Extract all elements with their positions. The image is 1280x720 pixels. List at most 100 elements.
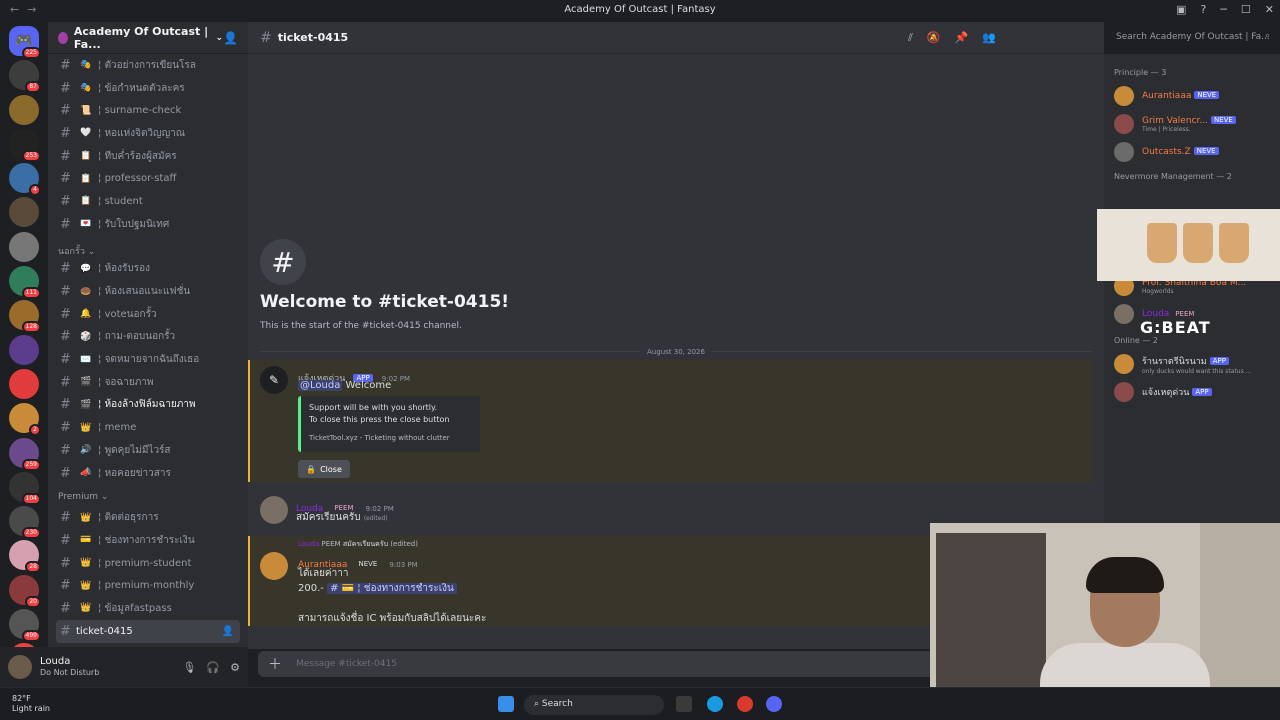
message-bot-welcome[interactable]: ✎ แจ้งเหตุด่วน APP 9:02 PM @Louda Welcom… <box>248 360 1093 482</box>
invite-icon[interactable]: 👤 <box>223 31 238 45</box>
minimize-icon[interactable]: ─ <box>1220 3 1227 16</box>
mention-badge: 28 <box>25 561 41 574</box>
channel-item[interactable]: # 📋 ¦ ทีบค่ำร้องผู้สมัคร <box>48 145 248 168</box>
direct-messages-icon[interactable]: 🎮 225 <box>9 26 41 59</box>
search-input[interactable]: Search Academy Of Outcast | Fa... ⌕ <box>1110 29 1274 47</box>
channel-item[interactable]: # 📜 ¦ surname-check <box>48 99 248 122</box>
channel-item[interactable]: # 📋 ¦ professor-staff <box>48 167 248 190</box>
message-text: Welcome <box>342 380 392 391</box>
channel-item[interactable]: # 🎲 ¦ ถาม-ตอบนอกรั้ว <box>48 326 248 349</box>
member-item[interactable]: Aurantiaaa NEVE <box>1104 82 1280 110</box>
weather-temp: 82°F <box>12 694 31 703</box>
server-header[interactable]: Academy Of Outcast | Fa... ⌄ 👤 <box>48 22 248 54</box>
user-mention[interactable]: @Louda <box>298 380 343 391</box>
reply-author: Louda <box>298 540 320 548</box>
member-tag: NEVE <box>1210 115 1236 124</box>
channel-item[interactable]: # 📋 ¦ student <box>48 190 248 213</box>
channel-sidebar: Academy Of Outcast | Fa... ⌄ 👤 # 🎭 ¦ ตัวอย… <box>48 22 248 647</box>
channel-emoji-icon: 🔊 <box>80 445 92 456</box>
channel-item[interactable]: # 👑 ¦ ข้อมูลfastpass <box>48 597 248 620</box>
close-icon[interactable]: ✕ <box>1265 3 1274 16</box>
member-item[interactable]: Outcasts.Z NEVE <box>1104 138 1280 166</box>
maximize-icon[interactable]: ☐ <box>1241 3 1251 16</box>
channel-category[interactable]: นอกรั้ว ⌄ <box>48 236 248 258</box>
server-icon[interactable] <box>9 368 39 399</box>
channel-item[interactable]: # 🎬 ¦ จอฉายภาพ <box>48 371 248 394</box>
taskbar-search[interactable]: ⌕ Search <box>524 695 664 715</box>
channel-item[interactable]: # 📣 ¦ หอคอยข่าวสาร <box>48 462 248 485</box>
embed-line-2: To close this press the close button <box>309 415 450 424</box>
hash-icon: # <box>60 420 71 436</box>
server-icon[interactable]: 20 <box>9 574 41 608</box>
channel-item[interactable]: # 👑 ¦ meme <box>48 416 248 439</box>
member-item[interactable]: ร้านราตรีนิรนาม APP only ducks would want … <box>1104 350 1280 378</box>
channel-item[interactable]: # 💬 ¦ ห้องรับรอง <box>48 258 248 281</box>
member-item[interactable]: แจ้งเหตุด่วน APP <box>1104 378 1280 406</box>
aurantiaaa-avatar[interactable] <box>260 552 288 580</box>
chrome-icon[interactable] <box>737 696 753 712</box>
server-icon[interactable]: 499 <box>9 609 41 643</box>
channel-item[interactable]: # 🤍 ¦ หอแห่งจิตวิญญาณ <box>48 122 248 145</box>
inbox-icon[interactable]: ▣ <box>1176 3 1186 16</box>
channel-item[interactable]: # ✉️ ¦ จดหมายจากฉันถึงเธอ <box>48 348 248 371</box>
channel-link-chip[interactable]: # 💳 ¦ ช่องทางการชำระเงิน <box>327 583 457 594</box>
server-icon[interactable]: 2 <box>9 403 41 437</box>
server-icon[interactable]: 87 <box>9 60 41 94</box>
server-icon[interactable] <box>9 334 39 365</box>
member-item[interactable]: Grim Valencr... NEVE Time | Priceless. <box>1104 110 1280 138</box>
channel-category[interactable]: Premium ⌄ <box>48 484 248 506</box>
member-activity: Time | Priceless. <box>1142 125 1191 133</box>
server-icon[interactable]: 128 <box>9 300 41 334</box>
reply-preview[interactable]: Louda PEEM สมัครเรียนครับ (edited) <box>298 539 418 550</box>
server-icon[interactable]: 253 <box>9 128 41 162</box>
close-ticket-button[interactable]: 🔒 Close <box>298 460 350 478</box>
server-icon[interactable]: 28 <box>9 540 41 574</box>
channel-ticket-0415[interactable]: # ticket-0415 👤 <box>56 619 240 643</box>
member-list-icon[interactable]: 👥 <box>982 31 996 45</box>
louda-avatar[interactable] <box>260 496 288 524</box>
mic-icon[interactable]: 🎙 <box>182 661 196 674</box>
user-avatar[interactable] <box>8 655 32 679</box>
channel-item[interactable]: # 👑 ¦ ติดต่อธุรการ <box>48 506 248 529</box>
channel-item[interactable]: # 💌 ¦ รับใบปฐมนิเทศ <box>48 213 248 236</box>
channel-item[interactable]: # 👑 ¦ premium-monthly <box>48 574 248 597</box>
settings-gear-icon[interactable]: ⚙ <box>230 661 240 674</box>
channel-item[interactable]: # 🔔 ¦ voteนอกรั้ว <box>48 303 248 326</box>
bot-avatar[interactable]: ✎ <box>260 366 288 394</box>
mention-badge: 253 <box>21 149 41 162</box>
weather-widget[interactable]: 82°F Light rain <box>12 694 50 714</box>
channel-item[interactable]: # 💳 ¦ ช่องทางการชำระเงิน <box>48 529 248 552</box>
server-icon[interactable]: 259 <box>9 437 41 471</box>
headphones-icon[interactable]: 🎧 <box>206 661 220 674</box>
pin-icon[interactable]: 📌 <box>955 31 969 45</box>
task-view-icon[interactable] <box>676 696 692 712</box>
member-category-online: Online — 2 <box>1114 336 1158 345</box>
taskbar: 82°F Light rain ⌕ Search <box>0 687 1280 720</box>
windows-start-icon[interactable] <box>498 696 514 712</box>
edge-icon[interactable] <box>707 696 723 712</box>
server-icon[interactable] <box>9 197 39 228</box>
server-icon[interactable] <box>9 94 39 125</box>
message-composer[interactable]: ＋ Message #ticket-0415 <box>258 651 938 677</box>
add-member-icon[interactable]: 👤 <box>222 626 234 637</box>
server-icon[interactable] <box>9 231 39 262</box>
mute-bell-icon[interactable]: 🔕 <box>927 31 941 45</box>
channel-item[interactable]: # 🍩 ¦ ห้องเสนอแนะแฟชั่น <box>48 280 248 303</box>
attach-plus-icon[interactable]: ＋ <box>268 654 282 674</box>
hash-icon: # <box>60 352 71 368</box>
discord-icon[interactable] <box>766 696 782 712</box>
server-icon[interactable]: 4 <box>9 163 41 197</box>
server-icon[interactable]: 104 <box>9 471 41 505</box>
channel-item[interactable]: # 🎬 ¦ ห้องล้างฟิล์มฉายภาพ <box>48 394 248 417</box>
channel-item[interactable]: # 👑 ¦ premium-student <box>48 552 248 575</box>
threads-icon[interactable]: ⫽ <box>908 31 913 45</box>
server-icon[interactable]: 111 <box>9 266 41 300</box>
welcome-subtitle: This is the start of the #ticket-0415 ch… <box>260 321 462 331</box>
channel-emoji-icon: 📜 <box>80 105 92 116</box>
channel-item[interactable]: # 🎭 ¦ ตัวอย่างการเขียนโรล <box>48 54 248 77</box>
help-icon[interactable]: ? <box>1200 3 1206 16</box>
channel-item[interactable]: # 🔊 ¦ พูดคุยไม่มีไวร์ส <box>48 439 248 462</box>
server-icon[interactable]: 230 <box>9 506 41 540</box>
channel-item[interactable]: # 🎭 ¦ ข้อกำหนดตัวละคร <box>48 77 248 100</box>
channel-name: ¦ จอฉายภาพ <box>98 376 154 388</box>
